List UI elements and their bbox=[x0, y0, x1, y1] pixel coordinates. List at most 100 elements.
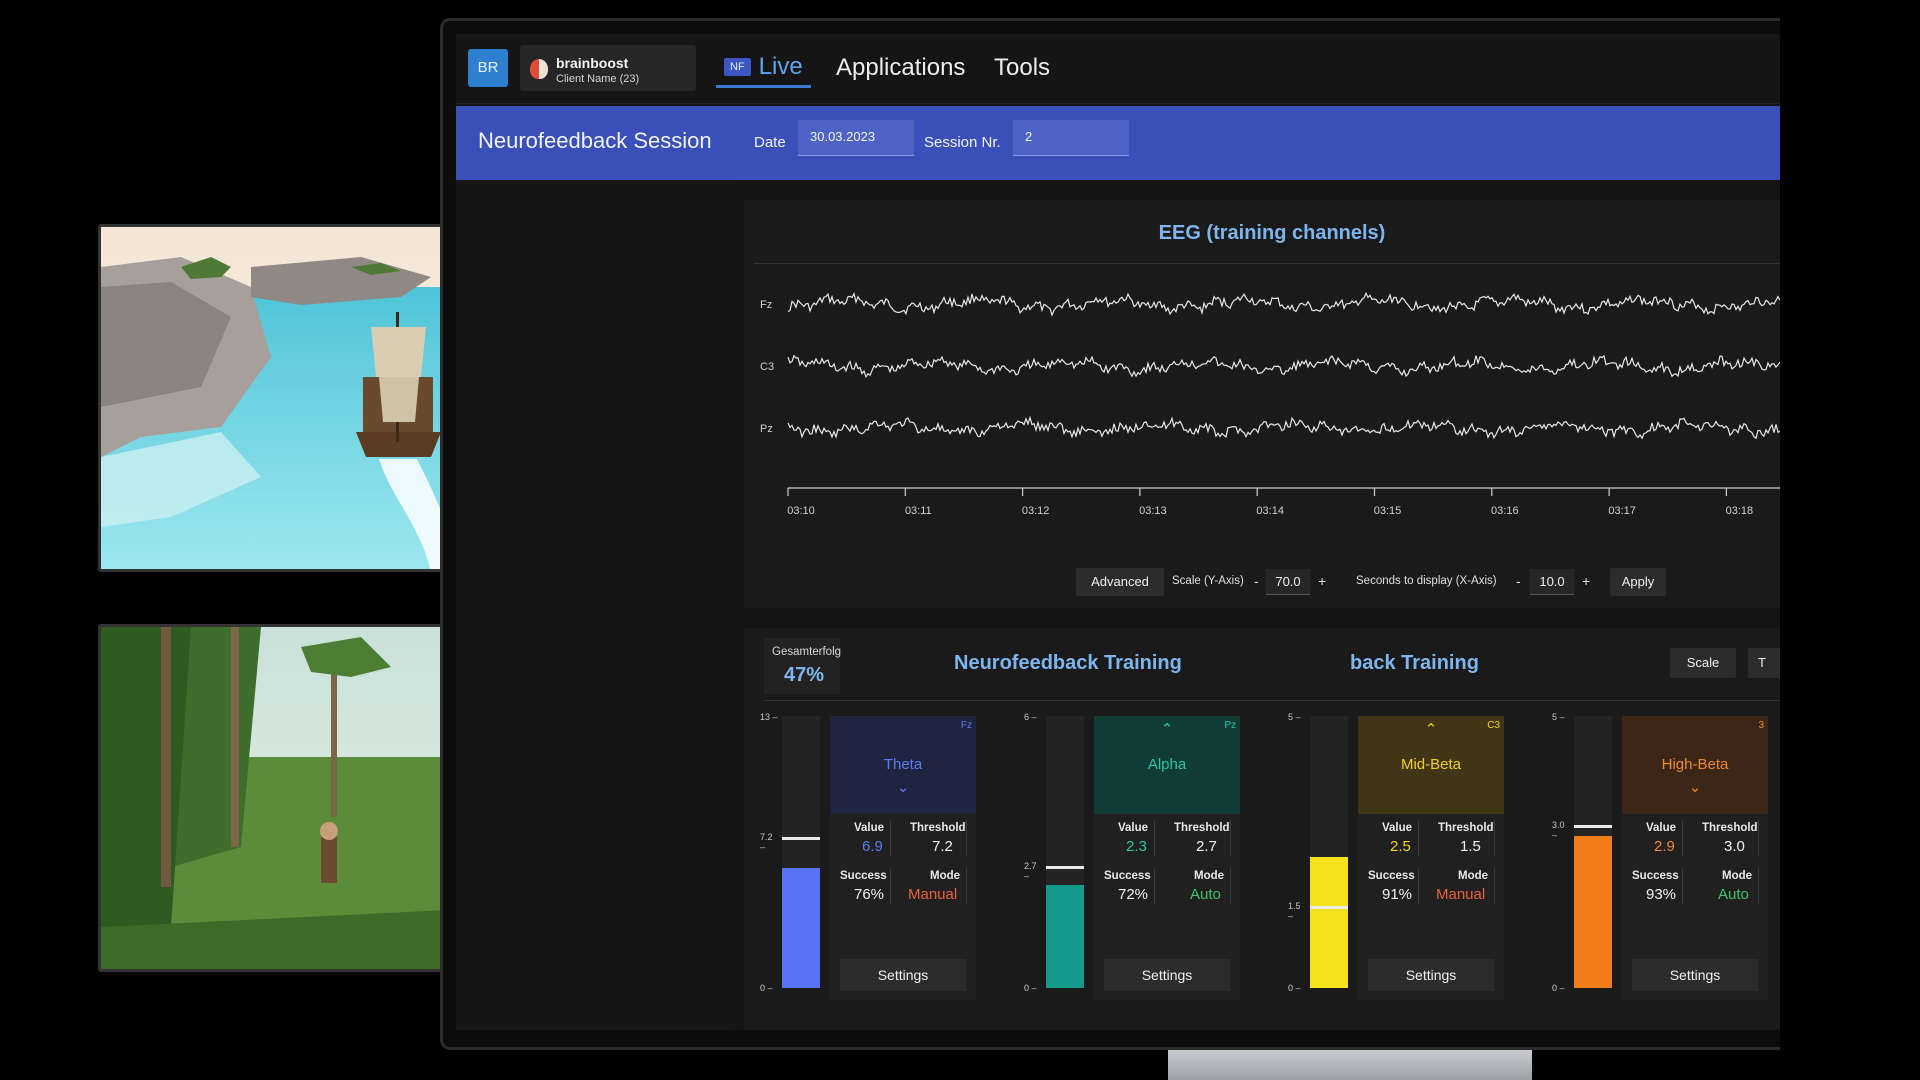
band-bar bbox=[1310, 716, 1348, 988]
settings-button[interactable]: Settings bbox=[1368, 959, 1494, 991]
mode-label: Mode bbox=[930, 870, 961, 882]
scale-button[interactable]: Scale bbox=[1670, 648, 1736, 678]
app-screen: BR brainboost Client Name (23) NF Live A… bbox=[456, 34, 1780, 1030]
training-title: Neurofeedback Training bbox=[954, 652, 1182, 674]
tab-live-label: Live bbox=[758, 52, 803, 80]
stat-divider bbox=[1154, 868, 1155, 904]
brain-icon bbox=[530, 59, 548, 79]
seconds-plus-button[interactable]: + bbox=[1582, 573, 1590, 589]
band-card-header[interactable]: Fz ⌄ Theta bbox=[830, 716, 976, 814]
stat-divider bbox=[1418, 820, 1419, 856]
eeg-trace-pz bbox=[787, 415, 1780, 440]
stat-divider bbox=[1682, 820, 1683, 856]
band-card-header[interactable]: 3 ⌄ High-Beta bbox=[1622, 716, 1768, 814]
client-selector[interactable]: brainboost Client Name (23) bbox=[520, 45, 696, 91]
mode-value[interactable]: Manual bbox=[1436, 886, 1485, 903]
mode-value[interactable]: Auto bbox=[1190, 886, 1221, 903]
time-tick-label: 03:16 bbox=[1491, 505, 1519, 517]
band-bar bbox=[1574, 716, 1612, 988]
advanced-button[interactable]: Advanced bbox=[1076, 568, 1164, 596]
band-value: 2.5 bbox=[1390, 838, 1411, 855]
stat-divider bbox=[1494, 868, 1495, 904]
apply-button[interactable]: Apply bbox=[1610, 568, 1666, 596]
eeg-panel: EEG (training channels) Fz C3 Pz 03:10 03:11… bbox=[744, 200, 1780, 608]
band-axis: 13 – 7.2 – 0 – bbox=[760, 706, 780, 1006]
mode-value[interactable]: Auto bbox=[1718, 886, 1749, 903]
tab-applications[interactable]: Applications bbox=[836, 54, 965, 82]
mode-value[interactable]: Manual bbox=[908, 886, 957, 903]
band-card-header[interactable]: Pz ⌃ Alpha bbox=[1094, 716, 1240, 814]
axis-bottom-label: 0 – bbox=[1552, 983, 1565, 993]
band-high-beta: 5 – 3.0 – 0 – 3 ⌄ High-Beta Value Thresh… bbox=[1552, 706, 1780, 1006]
t-button[interactable]: T bbox=[1748, 648, 1780, 678]
time-tick-label: 03:18 bbox=[1726, 505, 1754, 517]
stage: { "app": { "logo": "BR", "client_name": … bbox=[0, 0, 1920, 1080]
stat-divider bbox=[1154, 820, 1155, 856]
threshold-label: Threshold bbox=[1702, 822, 1758, 834]
eeg-trace-fz bbox=[787, 291, 1780, 317]
threshold-marker[interactable] bbox=[1574, 825, 1612, 828]
seconds-minus-button[interactable]: - bbox=[1516, 573, 1521, 589]
session-bar: Neurofeedback Session Date 30.03.2023 Se… bbox=[456, 106, 1780, 180]
scale-minus-button[interactable]: - bbox=[1254, 573, 1259, 589]
threshold-value[interactable]: 1.5 bbox=[1460, 838, 1481, 855]
chevron-up-icon: ⌃ bbox=[1424, 721, 1438, 738]
value-label: Value bbox=[1118, 822, 1149, 834]
band-bar-fill bbox=[1046, 885, 1084, 988]
threshold-label: Threshold bbox=[1438, 822, 1494, 834]
stat-divider bbox=[1494, 820, 1495, 856]
time-tick-label: 03:10 bbox=[787, 505, 815, 517]
left-panel bbox=[456, 180, 732, 1030]
date-field[interactable]: 30.03.2023 bbox=[798, 120, 914, 156]
band-card-header[interactable]: C3 ⌃ Mid-Beta bbox=[1358, 716, 1504, 814]
monitor-stand bbox=[1168, 1050, 1532, 1080]
chevron-down-icon: ⌄ bbox=[896, 779, 910, 796]
threshold-marker[interactable] bbox=[1046, 866, 1084, 869]
time-tick-label: 03:12 bbox=[1022, 505, 1050, 517]
band-name: Theta bbox=[883, 756, 923, 773]
success-label: Success bbox=[1632, 870, 1679, 882]
chevron-up-icon: ⌃ bbox=[1160, 721, 1174, 738]
settings-button[interactable]: Settings bbox=[840, 959, 966, 991]
band-bar bbox=[1046, 716, 1084, 988]
threshold-value[interactable]: 3.0 bbox=[1724, 838, 1745, 855]
settings-button[interactable]: Settings bbox=[1632, 959, 1758, 991]
axis-top-label: 6 – bbox=[1024, 712, 1037, 722]
axis-threshold-label: 1.5 – bbox=[1288, 901, 1301, 921]
scale-y-input[interactable]: 70.0 bbox=[1266, 569, 1310, 595]
band-bar bbox=[782, 716, 820, 988]
threshold-value[interactable]: 2.7 bbox=[1196, 838, 1217, 855]
time-tick-label: 03:17 bbox=[1608, 505, 1636, 517]
threshold-value[interactable]: 7.2 bbox=[932, 838, 953, 855]
client-subtitle: Client Name (23) bbox=[556, 73, 640, 85]
client-name: brainboost bbox=[556, 55, 629, 71]
value-label: Value bbox=[1382, 822, 1413, 834]
overall-success-label: Gesamterfolg bbox=[772, 646, 842, 658]
band-name: Mid-Beta bbox=[1400, 756, 1462, 773]
success-label: Success bbox=[1368, 870, 1415, 882]
band-card: C3 ⌃ Mid-Beta Value Threshold 2.5 1.5 Su… bbox=[1358, 716, 1504, 1000]
tab-live[interactable]: NF Live bbox=[716, 48, 811, 88]
band-theta: 13 – 7.2 – 0 – Fz ⌄ Theta Value Threshol… bbox=[760, 706, 1000, 1006]
session-nr-field[interactable]: 2 bbox=[1013, 120, 1129, 156]
chevron-down-icon: ⌄ bbox=[1688, 779, 1702, 796]
band-channel: Fz bbox=[960, 720, 972, 731]
band-bar-fill bbox=[1310, 857, 1348, 988]
eeg-title: EEG (training channels) bbox=[744, 222, 1780, 245]
settings-button[interactable]: Settings bbox=[1104, 959, 1230, 991]
app-logo[interactable]: BR bbox=[468, 49, 508, 87]
success-value: 76% bbox=[854, 886, 885, 903]
band-channel: 3 bbox=[1758, 720, 1764, 731]
stat-divider bbox=[1758, 868, 1759, 904]
band-axis: 5 – 1.5 – 0 – bbox=[1288, 706, 1308, 1006]
eeg-controls: Advanced Scale (Y-Axis) - 70.0 + Seconds… bbox=[744, 566, 1780, 596]
tab-tools[interactable]: Tools bbox=[994, 54, 1050, 82]
threshold-label: Threshold bbox=[1174, 822, 1230, 834]
threshold-marker[interactable] bbox=[782, 837, 820, 840]
scale-plus-button[interactable]: + bbox=[1318, 573, 1326, 589]
stat-divider bbox=[1418, 868, 1419, 904]
threshold-marker[interactable] bbox=[1310, 906, 1348, 909]
channel-label-pz: Pz bbox=[760, 423, 773, 435]
seconds-input[interactable]: 10.0 bbox=[1530, 569, 1574, 595]
axis-bottom-label: 0 – bbox=[1024, 983, 1037, 993]
